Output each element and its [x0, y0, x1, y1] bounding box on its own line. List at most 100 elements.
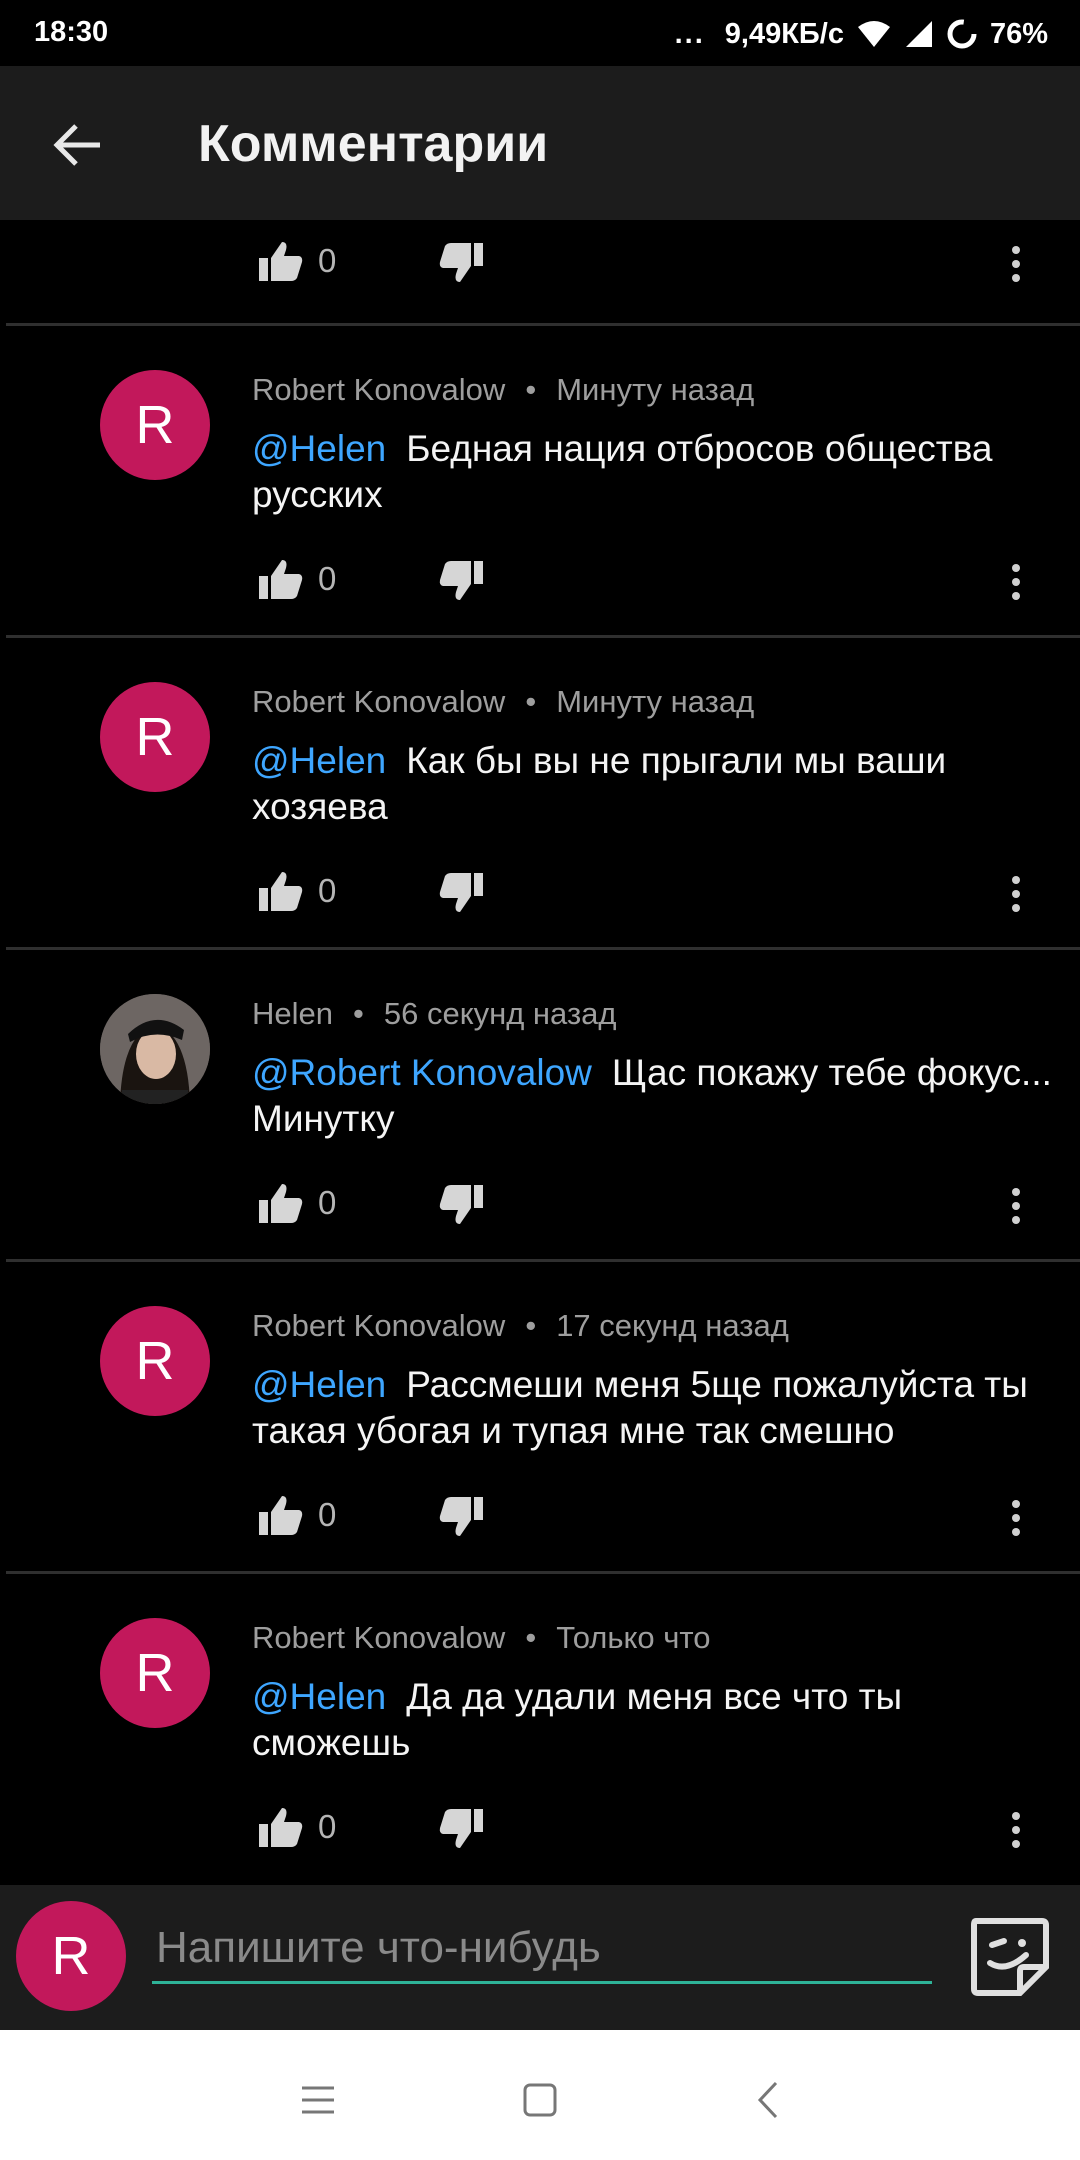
like-button[interactable]: 0	[258, 1494, 336, 1536]
comment-mention[interactable]: @Helen	[252, 428, 386, 469]
thumbs-up-icon	[259, 872, 303, 911]
sticker-icon	[971, 1918, 1049, 1996]
like-count: 0	[318, 242, 337, 279]
like-count: 0	[318, 1496, 337, 1533]
dislike-button[interactable]	[438, 242, 484, 289]
comment-item: R Robert Konovalow • Только что @Helen Да д…	[0, 1574, 1080, 1885]
like-count: 0	[318, 872, 337, 909]
status-dots: ...	[674, 17, 705, 50]
comment-time: 17 секунд назад	[556, 1308, 789, 1343]
comment-meta: Robert Konovalow • Минуту назад	[252, 372, 755, 407]
my-avatar[interactable]: R	[16, 1901, 126, 2011]
comment-actions: 0	[0, 1786, 1080, 1876]
dislike-button[interactable]	[438, 1184, 484, 1231]
avatar[interactable]: R	[100, 370, 210, 480]
page-title: Комментарии	[198, 115, 549, 173]
compose-bar: R	[0, 1885, 1080, 2030]
comment-actions: 0	[0, 1474, 1080, 1564]
thumbs-up-icon	[259, 1808, 303, 1847]
like-button[interactable]: 0	[258, 240, 336, 282]
dislike-button[interactable]	[438, 872, 484, 919]
dislike-button[interactable]	[438, 560, 484, 607]
thumbs-down-icon	[439, 873, 483, 912]
comment-mention[interactable]: @Helen	[252, 1676, 386, 1717]
comment-meta: Robert Konovalow • Только что	[252, 1620, 711, 1655]
home-nav-button[interactable]	[510, 2070, 570, 2130]
back-button[interactable]	[44, 112, 110, 178]
home-square-icon	[523, 2083, 557, 2117]
comment-author[interactable]: Robert Konovalow	[252, 1620, 505, 1655]
more-options-button[interactable]	[1000, 240, 1032, 288]
network-speed: 9,49КБ/с	[724, 17, 844, 50]
like-button[interactable]: 0	[258, 558, 336, 600]
thumbs-down-icon	[439, 1809, 483, 1848]
like-count: 0	[318, 1808, 337, 1845]
comment-text: @Robert Konovalow Щас покажу тебе фокус..…	[252, 1050, 1052, 1142]
like-button[interactable]: 0	[258, 870, 336, 912]
comment-list[interactable]: 0 R Robert Konovalow • Минуту назад @Helen…	[0, 220, 1080, 1885]
system-nav-bar	[0, 2030, 1080, 2160]
like-button[interactable]: 0	[258, 1182, 336, 1224]
signal-icon	[905, 21, 932, 47]
comment-mention[interactable]: @Helen	[252, 740, 386, 781]
comment-author[interactable]: Robert Konovalow	[252, 1308, 505, 1343]
more-options-button[interactable]	[1000, 1182, 1032, 1230]
status-bar: 18:30 ... 9,49КБ/с 76%	[0, 0, 1080, 66]
comment-item: R Robert Konovalow • Минуту назад @Helen Ка…	[0, 638, 1080, 950]
comment-actions: 0	[0, 220, 1080, 310]
thumbs-up-icon	[259, 242, 303, 281]
sticker-button[interactable]	[964, 1911, 1054, 2001]
comment-author[interactable]: Robert Konovalow	[252, 372, 505, 407]
thumbs-up-icon	[259, 1184, 303, 1223]
user-photo-icon	[100, 994, 210, 1104]
comment-time: 56 секунд назад	[383, 996, 617, 1031]
comment-time: Минуту назад	[556, 684, 755, 719]
comment-meta: Helen • 56 секунд назад	[252, 996, 617, 1031]
comment-meta: Robert Konovalow • 17 секунд назад	[252, 1308, 789, 1343]
thumbs-down-icon	[439, 1497, 483, 1536]
dislike-button[interactable]	[438, 1496, 484, 1543]
comment-text: @Helen Рассмеши меня 5ще пожалуйста ты та…	[252, 1362, 1052, 1454]
comment-text: @Helen Бедная нация отбросов общества рус…	[252, 426, 1052, 518]
avatar[interactable]: R	[100, 1306, 210, 1416]
like-count: 0	[318, 1184, 337, 1221]
thumbs-up-icon	[259, 1496, 303, 1535]
status-right: ... 9,49КБ/с 76%	[675, 14, 1048, 54]
avatar[interactable]: R	[100, 682, 210, 792]
status-time: 18:30	[34, 16, 109, 48]
like-button[interactable]: 0	[258, 1806, 336, 1848]
thumbs-down-icon	[439, 1185, 483, 1224]
avatar[interactable]: R	[100, 1618, 210, 1728]
like-count: 0	[318, 560, 337, 597]
comment-text: @Helen Да да удали меня все что ты сможеш…	[252, 1674, 1052, 1766]
thumbs-down-icon	[439, 243, 483, 282]
comment-item: R Robert Konovalow • Минуту назад @Helen Бе…	[0, 326, 1080, 638]
avatar[interactable]	[100, 994, 210, 1104]
comment-input[interactable]	[152, 1915, 932, 1984]
more-options-button[interactable]	[1000, 558, 1032, 606]
dislike-button[interactable]	[438, 1808, 484, 1855]
thumbs-up-icon	[259, 560, 303, 599]
comment-item: Helen • 56 секунд назад @Robert Konovalow Щ…	[0, 950, 1080, 1262]
more-options-button[interactable]	[1000, 1494, 1032, 1542]
battery-percent: 76%	[989, 17, 1048, 50]
back-nav-button[interactable]	[738, 2070, 798, 2130]
comment-author[interactable]: Robert Konovalow	[252, 684, 505, 719]
battery-ring-icon	[947, 19, 977, 49]
comment-actions: 0	[0, 538, 1080, 628]
thumbs-down-icon	[439, 561, 483, 600]
menu-nav-button[interactable]	[288, 2070, 348, 2130]
comment-time: Минуту назад	[556, 372, 755, 407]
comment-author[interactable]: Helen	[252, 996, 333, 1031]
more-options-button[interactable]	[1000, 870, 1032, 918]
menu-icon	[302, 2086, 334, 2114]
arrow-left-icon	[53, 124, 100, 166]
comment-mention[interactable]: @Helen	[252, 1364, 386, 1405]
comment-actions: 0	[0, 850, 1080, 940]
more-options-button[interactable]	[1000, 1806, 1032, 1854]
app-bar: Комментарии	[0, 66, 1080, 220]
comment-text: @Helen Как бы вы не прыгали мы ваши хозяе…	[252, 738, 1052, 830]
comment-mention[interactable]: @Robert Konovalow	[252, 1052, 592, 1093]
comment-item: R Robert Konovalow • 17 секунд назад @Hele…	[0, 1262, 1080, 1574]
comment-meta: Robert Konovalow • Минуту назад	[252, 684, 755, 719]
